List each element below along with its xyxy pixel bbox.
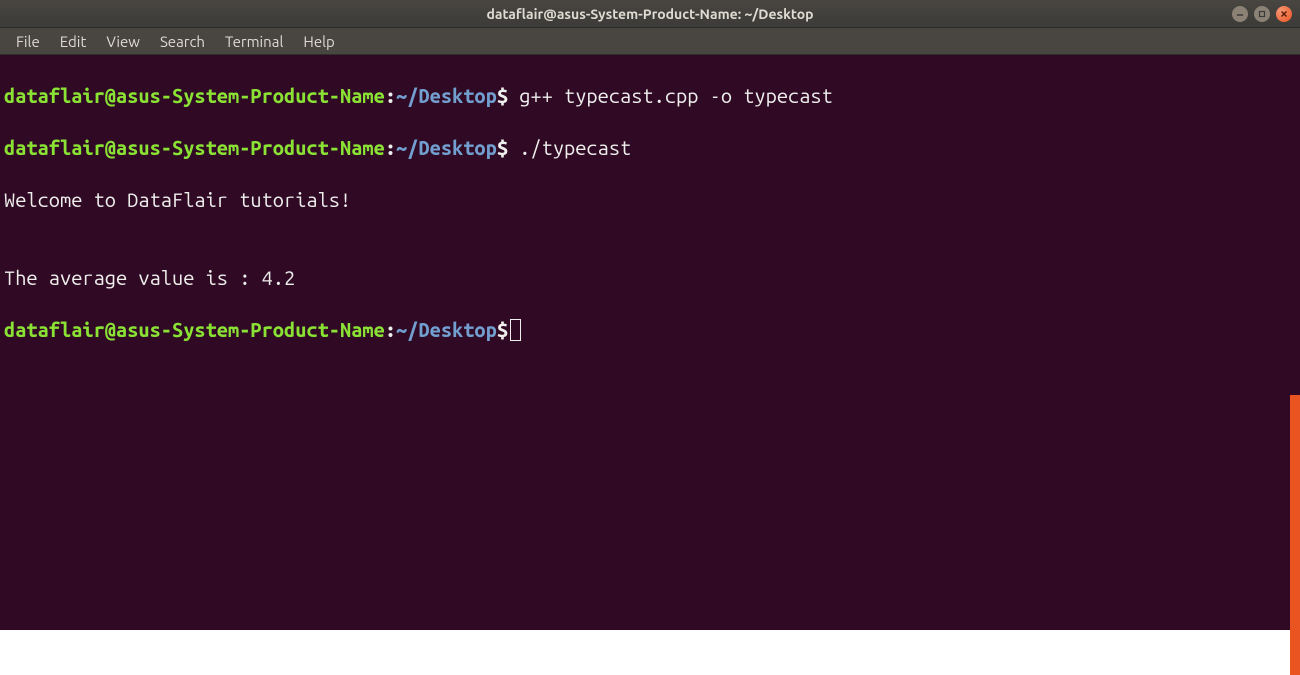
terminal-line: dataflair@asus-System-Product-Name:~/Des… [4, 83, 1296, 109]
terminal-window: dataflair@asus-System-Product-Name: ~/De… [0, 0, 1300, 630]
menu-view[interactable]: View [96, 30, 150, 53]
command-text: ./typecast [508, 136, 631, 159]
menu-help[interactable]: Help [293, 30, 344, 53]
prompt-user: dataflair@asus-System-Product-Name [4, 84, 385, 107]
menubar: File Edit View Search Terminal Help [0, 28, 1300, 55]
prompt-path: ~/Desktop [396, 136, 497, 159]
prompt-dollar: $ [497, 318, 508, 341]
maximize-icon [1258, 10, 1266, 18]
menu-file[interactable]: File [6, 30, 50, 53]
close-button[interactable] [1276, 6, 1292, 22]
window-title: dataflair@asus-System-Product-Name: ~/De… [486, 6, 813, 22]
menu-search[interactable]: Search [150, 30, 215, 53]
prompt-dollar: $ [497, 136, 508, 159]
prompt-user: dataflair@asus-System-Product-Name [4, 318, 385, 341]
scrollbar[interactable] [1290, 395, 1300, 675]
command-text: g++ typecast.cpp -o typecast [508, 84, 833, 107]
close-icon [1280, 10, 1288, 18]
minimize-icon [1236, 10, 1244, 18]
window-controls [1232, 6, 1292, 22]
prompt-user: dataflair@asus-System-Product-Name [4, 136, 385, 159]
maximize-button[interactable] [1254, 6, 1270, 22]
terminal-line: dataflair@asus-System-Product-Name:~/Des… [4, 317, 1296, 343]
output-line: Welcome to DataFlair tutorials! [4, 187, 1296, 213]
cursor-icon [510, 319, 521, 341]
titlebar[interactable]: dataflair@asus-System-Product-Name: ~/De… [0, 0, 1300, 28]
terminal-area[interactable]: dataflair@asus-System-Product-Name:~/Des… [0, 55, 1300, 630]
prompt-path: ~/Desktop [396, 84, 497, 107]
prompt-path: ~/Desktop [396, 318, 497, 341]
minimize-button[interactable] [1232, 6, 1248, 22]
prompt-dollar: $ [497, 84, 508, 107]
prompt-colon: : [385, 318, 396, 341]
output-line: The average value is : 4.2 [4, 265, 1296, 291]
prompt-colon: : [385, 84, 396, 107]
prompt-colon: : [385, 136, 396, 159]
menu-edit[interactable]: Edit [50, 30, 97, 53]
menu-terminal[interactable]: Terminal [215, 30, 293, 53]
terminal-line: dataflair@asus-System-Product-Name:~/Des… [4, 135, 1296, 161]
